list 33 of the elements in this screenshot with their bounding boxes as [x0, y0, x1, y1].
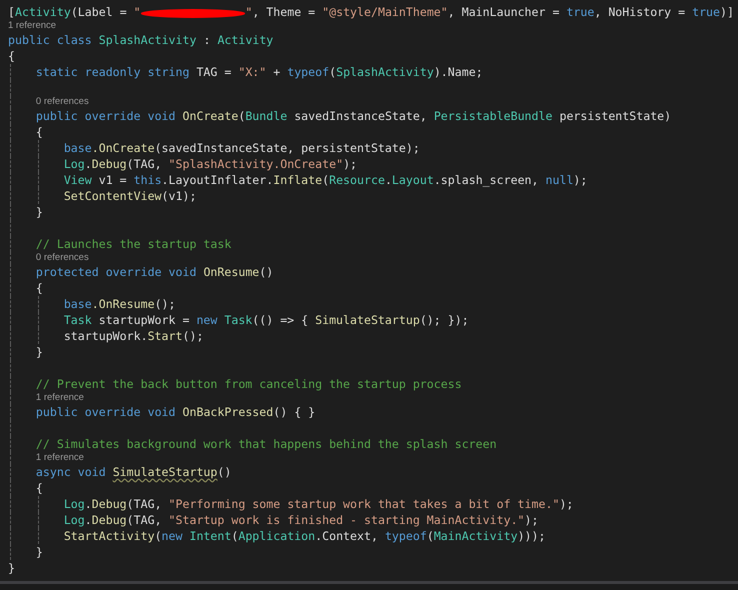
code-line: { — [36, 480, 43, 496]
code-line: } — [36, 344, 43, 360]
reference-count[interactable]: 1 reference — [8, 20, 56, 32]
code-line: public class SplashActivity : Activity — [8, 32, 274, 48]
code-line: async void SimulateStartup() — [36, 464, 232, 480]
code-line: // Prevent the back button from canceling the startup process — [36, 376, 462, 392]
code-line: base.OnCreate(savedInstanceState, persistentState); — [64, 140, 420, 156]
code-line: { — [8, 48, 15, 64]
code-line: View v1 = this.LayoutInflater.Inflate(Resource.Layout.splash_screen, null); — [64, 172, 588, 188]
code-line: Log.Debug(TAG, "Startup work is finished - starting MainActivity."); — [64, 512, 538, 528]
reference-count[interactable]: 0 references — [36, 252, 89, 264]
reference-count[interactable]: 1 reference — [36, 392, 84, 404]
reference-count[interactable]: 1 reference — [36, 452, 84, 464]
code-line: [Activity(Label = " ", Theme = "@style/MainTheme", MainLauncher = true, NoHistory = true)] — [8, 4, 734, 20]
code-line: Log.Debug(TAG, "SplashActivity.OnCreate"); — [64, 156, 358, 172]
code-line: { — [36, 280, 43, 296]
code-line: // Launches the startup task — [36, 236, 232, 252]
code-line: base.OnResume(); — [64, 296, 176, 312]
code-line: { — [36, 124, 43, 140]
code-line: Log.Debug(TAG, "Performing some startup work that takes a bit of time."); — [64, 496, 574, 512]
code-line: startupWork.Start(); — [64, 328, 204, 344]
code-line: static readonly string TAG = "X:" + typeof(SplashActivity).Name; — [36, 64, 483, 80]
code-line: Task startupWork = new Task(() => { SimulateStartup(); }); — [64, 312, 469, 328]
code-line: protected override void OnResume() — [36, 264, 274, 280]
code-line: SetContentView(v1); — [64, 188, 196, 204]
code-line: public override void OnBackPressed() { } — [36, 404, 316, 420]
code-line: StartActivity(new Intent(Application.Context, typeof(MainActivity))); — [64, 528, 546, 544]
code-line: } — [8, 560, 15, 576]
code-line: } — [36, 204, 43, 220]
code-line: public override void OnCreate(Bundle savedInstanceState, PersistableBundle persistentState) — [36, 108, 672, 124]
code-line: // Simulates background work that happens behind the splash screen — [36, 436, 497, 452]
code-line: } — [36, 544, 43, 560]
reference-count[interactable]: 0 references — [36, 96, 89, 108]
